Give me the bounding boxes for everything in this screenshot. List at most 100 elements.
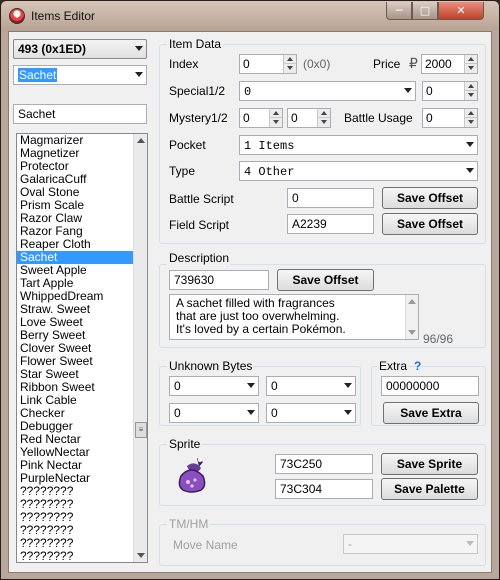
palette-offset-field[interactable]: 73C304 (275, 479, 373, 499)
index-label: Index (169, 57, 199, 71)
index-spinner[interactable]: 0 (239, 54, 297, 74)
chevron-down-icon (247, 410, 255, 415)
list-scrollbar[interactable]: ≡ (133, 134, 147, 562)
pocket-value: 1 Items (244, 139, 295, 153)
unknown-byte-4-value: 0 (271, 406, 278, 420)
chevron-down-icon (466, 168, 474, 173)
spin-down-icon[interactable] (464, 91, 477, 100)
mystery1-spinner[interactable]: 0 (239, 108, 283, 128)
battle-usage-spinner[interactable]: 0 (422, 108, 478, 128)
battle-script-field[interactable]: 0 (287, 188, 374, 208)
maximize-button[interactable]: □ (412, 2, 438, 20)
chevron-down-icon (344, 383, 352, 388)
spin-down-icon[interactable] (464, 64, 477, 73)
special2-value: 0 (426, 84, 433, 98)
save-description-button[interactable]: Save Offset (277, 269, 374, 291)
description-line: It's loved by a certain Pokémon. (176, 322, 346, 336)
save-battle-script-button[interactable]: Save Offset (382, 187, 478, 209)
list-item[interactable]: ???????? (17, 550, 147, 563)
price-spinner[interactable]: 2000 (421, 54, 478, 74)
item-name-select[interactable]: Sachet (13, 65, 147, 85)
unknown-byte-2-select[interactable]: 0 (266, 376, 356, 396)
item-list[interactable]: Magmarizer Magnetizer Protector GalaricaCuf… (16, 133, 148, 563)
spin-up-icon[interactable] (283, 55, 296, 64)
item-index-select[interactable]: 493 (0x1ED) (13, 39, 147, 59)
scroll-down-icon[interactable] (137, 553, 145, 558)
chevron-down-icon (466, 541, 474, 546)
chevron-down-icon (404, 88, 412, 93)
description-scrollbar[interactable] (405, 295, 418, 339)
description-textarea[interactable]: A sachet filled with fragrances that are… (169, 294, 419, 340)
chevron-down-icon (247, 383, 255, 388)
save-extra-button[interactable]: Save Extra (383, 402, 479, 424)
pokeball-icon (9, 8, 25, 24)
mystery1-value: 0 (243, 111, 250, 125)
title-bar[interactable]: Items Editor ─ □ ✕ (1, 1, 499, 31)
save-field-script-button[interactable]: Save Offset (382, 213, 478, 235)
special1-select[interactable]: 0 (239, 81, 416, 101)
spin-down-icon[interactable] (283, 64, 296, 73)
spin-down-icon[interactable] (269, 118, 282, 127)
price-symbol: ₽ (409, 55, 418, 71)
item-list-items: Magmarizer Magnetizer Protector GalaricaCuf… (17, 134, 147, 563)
scroll-down-icon[interactable] (408, 330, 416, 335)
window-title: Items Editor (31, 9, 96, 23)
type-select[interactable]: 4 Other (239, 161, 478, 181)
unknown-byte-3-select[interactable]: 0 (169, 403, 259, 423)
help-icon[interactable]: ? (414, 359, 421, 373)
description-offset-field[interactable]: 739630 (169, 270, 269, 290)
index-hex: (0x0) (303, 57, 331, 71)
spin-down-icon[interactable] (317, 118, 330, 127)
unknown-byte-4-select[interactable]: 0 (266, 403, 356, 423)
spin-down-icon[interactable] (464, 118, 477, 127)
spin-up-icon[interactable] (464, 82, 477, 91)
battle-usage-label: Battle Usage (344, 111, 413, 125)
save-sprite-button[interactable]: Save Sprite (381, 453, 478, 475)
unknown-byte-1-select[interactable]: 0 (169, 376, 259, 396)
special1-value: 0 (244, 85, 252, 99)
spin-up-icon[interactable] (317, 109, 330, 118)
battle-usage-value: 0 (426, 111, 433, 125)
tmhm-heading: TM/HM (167, 517, 211, 531)
move-name-label: Move Name (173, 538, 238, 552)
minimize-button[interactable]: ─ (386, 2, 412, 20)
pocket-select[interactable]: 1 Items (239, 135, 478, 155)
type-label: Type (169, 164, 196, 178)
special2-spinner[interactable]: 0 (422, 81, 478, 101)
save-palette-button[interactable]: Save Palette (381, 478, 478, 500)
scroll-up-icon[interactable] (408, 299, 416, 304)
spin-up-icon[interactable] (269, 109, 282, 118)
move-name-select[interactable]: - (343, 534, 478, 554)
type-value: 4 Other (244, 165, 295, 179)
item-name-field[interactable]: Sachet (13, 104, 147, 124)
battle-script-label: Battle Script (169, 192, 234, 206)
mystery2-value: 0 (291, 111, 298, 125)
extra-heading: Extra (377, 359, 410, 373)
mystery-label: Mystery1/2 (169, 111, 228, 125)
spin-up-icon[interactable] (464, 109, 477, 118)
scroll-up-icon[interactable] (137, 138, 145, 143)
special-label: Special1/2 (169, 84, 226, 98)
scroll-thumb[interactable]: ≡ (135, 422, 147, 438)
unknown-bytes-heading: Unknown Bytes (167, 359, 255, 373)
chevron-down-icon (135, 46, 143, 51)
unknown-byte-3-value: 0 (174, 406, 181, 420)
field-script-field[interactable]: A2239 (287, 214, 374, 234)
item-name-select-value: Sachet (18, 68, 58, 82)
unknown-byte-2-value: 0 (271, 379, 278, 393)
extra-field[interactable]: 00000000 (381, 376, 479, 396)
close-button[interactable]: ✕ (438, 2, 484, 20)
index-value: 0 (243, 57, 250, 71)
spin-up-icon[interactable] (464, 55, 477, 64)
mystery2-spinner[interactable]: 0 (287, 108, 331, 128)
price-value: 2000 (425, 57, 452, 71)
unknown-byte-1-value: 0 (174, 379, 181, 393)
sachet-sprite-icon (178, 458, 206, 493)
sprite-offset-field[interactable]: 73C250 (275, 454, 373, 474)
chevron-down-icon (466, 142, 474, 147)
price-label: Price (373, 57, 401, 71)
description-char-count: 96/96 (423, 332, 454, 346)
move-name-value: - (348, 537, 352, 551)
item-index-value: 493 (0x1ED) (18, 42, 87, 56)
sprite-heading: Sprite (167, 437, 203, 451)
